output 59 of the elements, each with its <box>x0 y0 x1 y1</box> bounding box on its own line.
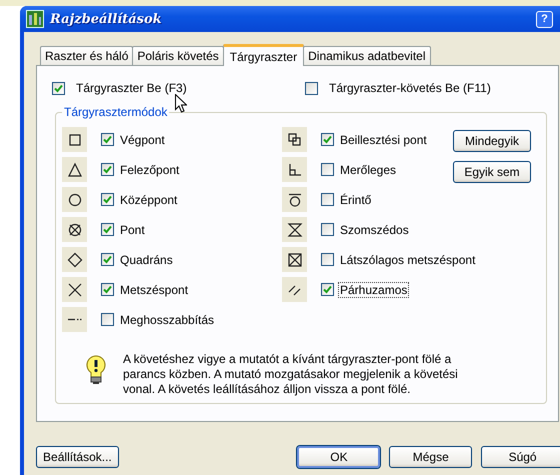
dialog-button[interactable]: Beállítások... <box>36 446 119 468</box>
hourglass-icon <box>286 222 302 238</box>
push-button[interactable]: Egyik sem <box>453 161 531 183</box>
diamond-icon <box>66 252 82 268</box>
checkbox-label[interactable]: Tárgyraszter-követés Be (F11) <box>327 80 493 96</box>
checkbox-label[interactable]: Szomszédos <box>338 222 411 238</box>
checkbox[interactable] <box>321 223 334 236</box>
checkbox[interactable] <box>305 82 318 94</box>
checkbox-label[interactable]: Quadráns <box>118 252 175 268</box>
checkbox-label[interactable]: Végpont <box>118 132 167 148</box>
checkbox-label[interactable]: Látszólagos metszéspont <box>338 252 478 268</box>
circle-icon <box>66 192 82 208</box>
checkbox[interactable] <box>321 133 334 146</box>
checkbox[interactable] <box>321 193 334 206</box>
checkbox[interactable] <box>101 283 114 296</box>
tab[interactable]: Dinamikus adatbevitel <box>303 46 431 65</box>
help-button[interactable]: ? <box>536 10 553 28</box>
tab[interactable]: Tárgyraszter <box>222 44 304 66</box>
checkbox-label[interactable]: Párhuzamos <box>338 282 410 298</box>
dialog-button[interactable]: Súgó <box>481 446 560 468</box>
checkbox[interactable] <box>321 163 334 176</box>
dialog-button[interactable]: Mégse <box>389 446 472 468</box>
crossed-box-icon <box>286 252 302 268</box>
checkbox[interactable] <box>101 163 114 176</box>
tab[interactable]: Poláris követés <box>132 46 224 65</box>
tab[interactable]: Raszter és háló <box>40 46 134 65</box>
checkbox-label[interactable]: Beillesztési pont <box>338 132 429 148</box>
triangle-icon <box>66 162 82 178</box>
dialog-button[interactable]: OK <box>297 446 380 468</box>
lightbulb-icon <box>85 355 107 385</box>
checkbox[interactable] <box>101 133 114 146</box>
checkbox-label[interactable]: Pont <box>118 222 147 238</box>
tip-text: A követéshez vigye a mutatót a kívánt tárgyraszter-pont fölé a parancs közben. A mutató mozgatásakor megjelenik a követési vonal. A követés leállításához álljon vissza a pont fölé. <box>123 352 459 397</box>
crossed-circle-icon <box>66 222 82 238</box>
mouse-pointer-icon <box>175 94 187 113</box>
checkbox-label[interactable]: Meghosszabbítás <box>118 312 216 328</box>
perpendicular-icon <box>286 162 302 178</box>
checkbox[interactable] <box>321 283 334 296</box>
checkbox-label[interactable]: Merőleges <box>338 162 398 178</box>
square-icon <box>66 132 82 148</box>
dashes-icon <box>66 318 82 321</box>
app-icon <box>26 10 44 28</box>
checkbox[interactable] <box>52 82 65 94</box>
tangent-circle-icon <box>286 192 302 208</box>
cross-icon <box>66 282 82 298</box>
checkbox[interactable] <box>101 253 114 266</box>
checkbox[interactable] <box>101 313 114 326</box>
checkbox-label[interactable]: Metszéspont <box>118 282 190 298</box>
checkbox-label[interactable]: Középpont <box>118 192 180 208</box>
window-title: Rajzbeállítások <box>50 12 163 26</box>
checkbox-label[interactable]: Tárgyraszter Be (F3) <box>74 80 189 96</box>
push-button[interactable]: Mindegyik <box>453 130 531 152</box>
overlapping-squares-icon <box>286 132 302 148</box>
checkbox-label[interactable]: Érintő <box>338 192 374 208</box>
group-title: Tárgyrasztermódok <box>62 105 170 119</box>
checkbox[interactable] <box>101 193 114 206</box>
checkbox[interactable] <box>321 253 334 266</box>
checkbox[interactable] <box>101 223 114 236</box>
checkbox-label[interactable]: Felezőpont <box>118 162 182 178</box>
